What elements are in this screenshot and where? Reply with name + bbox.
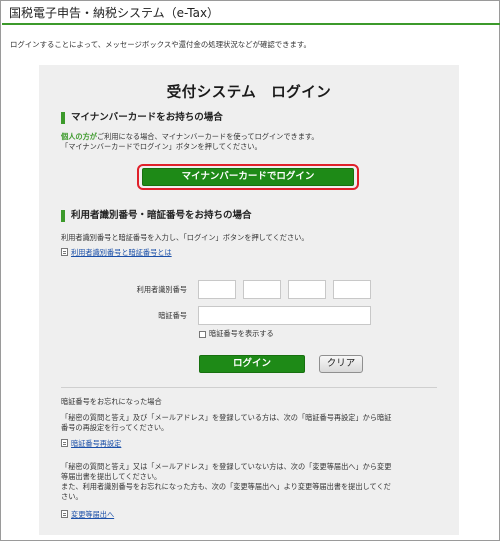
reset-link-row: 暗証番号再設定 — [61, 439, 121, 449]
userid-input-2[interactable] — [243, 280, 281, 299]
password-label: 暗証番号 — [158, 311, 187, 320]
show-password-label: 暗証番号を表示する — [209, 329, 274, 338]
mynumber-login-button[interactable]: マイナンバーカードでログイン — [142, 168, 354, 186]
mynumber-description-line1: 個人の方がご利用になる場合、マイナンバーカードを使ってログインできます。 — [61, 132, 319, 142]
forgot-heading: 暗証番号をお忘れになった場合 — [61, 397, 162, 406]
login-title: 受付システム ログイン — [166, 85, 332, 101]
document-icon — [61, 439, 68, 447]
userid-description: 利用者識別番号と暗証番号を入力し、「ログイン」ボタンを押してください。 — [61, 233, 309, 242]
clear-button[interactable]: クリア — [319, 355, 363, 373]
forgot-para2-line3: また、利用者識別番号をお忘れになった方も、次の「変更等届出へ」より変更等届出書を… — [61, 482, 391, 491]
forgot-para2-line1: 「秘密の質問と答え」又は「メールアドレス」を登録していない方は、次の「変更等届出… — [61, 462, 392, 471]
userid-help-link-row: 利用者識別番号と暗証番号とは — [61, 248, 172, 258]
userid-section-heading: 利用者識別番号・暗証番号をお持ちの場合 — [61, 210, 252, 222]
page-frame: 国税電子申告・納税システム（e-Tax） ログインすることによって、メッセージボ… — [0, 0, 500, 541]
intro-text: ログインすることによって、メッセージボックスや還付金の処理状況などが確認できます… — [10, 40, 311, 49]
userid-label: 利用者識別番号 — [136, 285, 187, 294]
mynumber-section-heading: マイナンバーカードをお持ちの場合 — [61, 112, 223, 124]
change-notification-link[interactable]: 変更等届出へ — [71, 510, 114, 519]
show-password-checkbox[interactable] — [199, 331, 206, 338]
document-icon — [61, 248, 68, 256]
mynumber-description-rest: ご利用になる場合、マイナンバーカードを使ってログインできます。 — [96, 132, 319, 141]
forgot-para2-line2: 等届出書を提出してください。 — [61, 472, 162, 481]
section-divider — [61, 387, 437, 388]
userid-input-3[interactable] — [288, 280, 326, 299]
userid-input-4[interactable] — [333, 280, 371, 299]
forgot-para1-line2: 番号の再設定を行ってください。 — [61, 423, 169, 432]
individual-highlight: 個人の方が — [61, 132, 97, 141]
login-panel: 受付システム ログイン マイナンバーカードをお持ちの場合 個人の方がご利用になる… — [39, 65, 459, 535]
password-input[interactable] — [198, 306, 371, 325]
userid-help-link[interactable]: 利用者識別番号と暗証番号とは — [71, 248, 172, 257]
document-icon — [61, 510, 68, 518]
page-header: 国税電子申告・納税システム（e-Tax） — [2, 2, 500, 25]
change-link-row: 変更等届出へ — [61, 510, 114, 520]
page-title: 国税電子申告・納税システム（e-Tax） — [9, 6, 220, 20]
password-reset-link[interactable]: 暗証番号再設定 — [71, 439, 121, 448]
mynumber-description-line2: 「マイナンバーカードでログイン」ボタンを押してください。 — [61, 142, 262, 151]
login-button[interactable]: ログイン — [199, 355, 305, 373]
userid-input-1[interactable] — [198, 280, 236, 299]
forgot-para2-line4: さい。 — [61, 492, 83, 501]
forgot-para1-line1: 「秘密の質問と答え」及び「メールアドレス」を登録している方は、次の「暗証番号再設… — [61, 413, 392, 422]
